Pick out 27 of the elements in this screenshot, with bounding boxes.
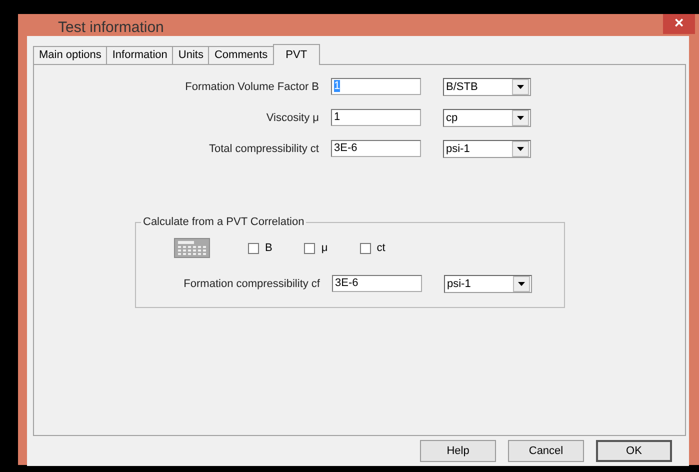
field-label: Viscosity μ	[265, 112, 320, 124]
caret-icon	[517, 116, 524, 120]
unit-dropdown[interactable]: psi-1	[444, 274, 532, 292]
window-title: Test information	[58, 18, 164, 36]
dialog-button[interactable]: Help	[420, 440, 496, 462]
tab[interactable]: PVT	[272, 44, 320, 65]
unit-dropdown[interactable]: cp	[443, 108, 531, 126]
checkbox[interactable]: ct	[360, 242, 386, 254]
input-field[interactable]: 3E-6	[332, 275, 422, 292]
field-label: Formation compressibility cf	[182, 278, 321, 290]
caret-icon	[517, 146, 524, 150]
input-field[interactable]: 3E-6	[331, 140, 421, 157]
checkbox[interactable]: μ	[304, 242, 328, 254]
input-field[interactable]: 1	[331, 109, 421, 126]
caret-icon	[518, 282, 525, 286]
checkbox[interactable]: B	[248, 242, 272, 254]
field-label: Formation Volume Factor B	[184, 80, 320, 92]
group-title: Calculate from a PVT Correlation	[142, 216, 306, 228]
field-label: Total compressibility ct	[208, 142, 320, 154]
caret-icon	[517, 84, 524, 88]
unit-dropdown[interactable]: psi-1	[443, 140, 531, 158]
unit-dropdown[interactable]: B/STB	[443, 78, 531, 96]
close-button[interactable]: ×	[663, 14, 695, 34]
tab[interactable]: Main options	[33, 46, 108, 64]
calculator-icon[interactable]	[174, 238, 210, 258]
dialog-button[interactable]: Cancel	[508, 440, 584, 462]
dialog-button[interactable]: OK	[596, 440, 672, 462]
